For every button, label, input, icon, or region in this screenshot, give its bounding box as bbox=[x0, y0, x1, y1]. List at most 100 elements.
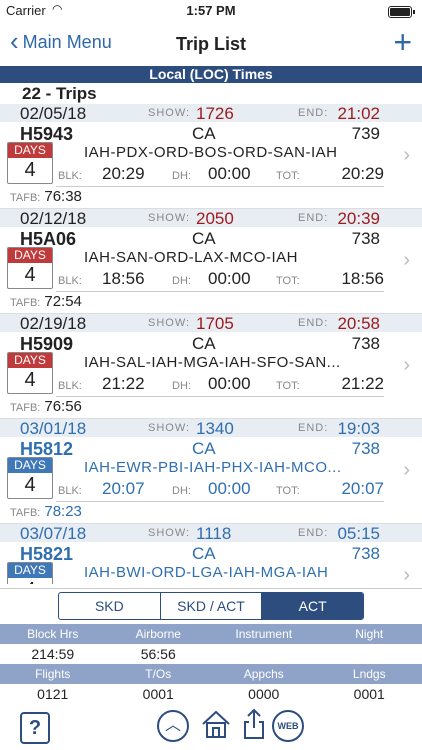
dh-value: 00:00 bbox=[208, 479, 251, 498]
trip-date: 02/12/18 bbox=[20, 209, 87, 228]
trip-row[interactable]: 03/01/18 SHOW: 1340 END: 19:03 H5812 CA 738 DAYS… bbox=[0, 419, 422, 524]
aircraft-number: 738 bbox=[351, 229, 380, 248]
bottom-toolbar: ? ︿ WEB bbox=[0, 706, 422, 750]
tot-value: 18:56 bbox=[341, 269, 384, 288]
stat-value bbox=[317, 644, 422, 664]
blk-value: 20:29 bbox=[102, 164, 145, 183]
days-badge: DAYS4 bbox=[7, 352, 53, 394]
dh-label: DH: bbox=[172, 170, 191, 182]
segment-act[interactable]: ACT bbox=[262, 593, 363, 619]
stats-row-2-labels: Flights T/Os Appchs Lndgs bbox=[0, 664, 422, 684]
stat-label: Instrument bbox=[235, 627, 293, 641]
aircraft-number: 739 bbox=[351, 124, 380, 143]
segment-skd-act[interactable]: SKD / ACT bbox=[161, 593, 263, 619]
trip-route: IAH-EWR-PBI-IAH-PHX-IAH-MCO... bbox=[84, 459, 342, 476]
days-label: DAYS bbox=[8, 353, 52, 368]
days-value: 4 bbox=[24, 159, 36, 181]
days-label: DAYS bbox=[8, 143, 52, 158]
days-label: DAYS bbox=[8, 248, 52, 263]
web-icon[interactable]: WEB bbox=[272, 710, 304, 742]
crew-position: CA bbox=[192, 334, 216, 353]
trip-date: 02/05/18 bbox=[20, 104, 87, 123]
days-value: 4 bbox=[24, 474, 36, 496]
tafb-value: 72:54 bbox=[44, 293, 82, 310]
stat-label: Night bbox=[355, 627, 384, 641]
page-title: Trip List bbox=[175, 34, 246, 54]
trip-list[interactable]: 02/05/18 SHOW: 1726 END: 21:02 H5943 CA 739 DAYS… bbox=[0, 104, 422, 584]
days-label: DAYS bbox=[8, 563, 52, 578]
days-value: 4 bbox=[24, 369, 36, 391]
show-label: SHOW: bbox=[148, 212, 191, 224]
help-icon[interactable]: ? bbox=[20, 712, 50, 744]
end-time: 21:02 bbox=[337, 104, 380, 123]
tafb-label: TAFB: bbox=[10, 507, 41, 519]
tafb-value: 76:38 bbox=[44, 188, 82, 205]
dh-value: 00:00 bbox=[208, 374, 251, 393]
tafb-row: TAFB: 78:23 bbox=[10, 503, 82, 520]
share-icon[interactable] bbox=[242, 708, 266, 745]
tafb-label: TAFB: bbox=[10, 402, 41, 414]
tafb-row: TAFB: 72:54 bbox=[10, 293, 82, 310]
trip-header: 02/12/18 SHOW: 2050 END: 20:39 bbox=[0, 209, 422, 228]
trip-date: 03/01/18 bbox=[20, 419, 87, 438]
tot-label: TOT: bbox=[276, 275, 300, 287]
trip-header: 03/07/18 SHOW: 1118 END: 05:15 bbox=[0, 524, 422, 543]
crew-position: CA bbox=[192, 229, 216, 248]
chevron-right-icon: › bbox=[403, 564, 410, 584]
trip-row[interactable]: 03/07/18 SHOW: 1118 END: 05:15 H5821 CA 738 DAYS… bbox=[0, 524, 422, 584]
clock: 1:57 PM bbox=[186, 3, 236, 18]
dh-label: DH: bbox=[172, 380, 191, 392]
stats-row-2-values: 0121 0001 0000 0001 bbox=[0, 684, 422, 704]
trip-id-row: H5909 CA 738 bbox=[0, 334, 422, 354]
chevron-right-icon: › bbox=[403, 459, 410, 481]
trip-id-row: H5A06 CA 738 bbox=[0, 229, 422, 249]
add-trip-button[interactable]: + bbox=[393, 26, 412, 58]
tafb-row: TAFB: 76:56 bbox=[10, 398, 82, 415]
end-label: END: bbox=[298, 212, 329, 224]
blk-label: BLK: bbox=[58, 485, 82, 497]
aircraft-number: 738 bbox=[351, 334, 380, 353]
stat-label: T/Os bbox=[145, 667, 172, 681]
show-time: 2050 bbox=[196, 209, 234, 228]
trip-header: 03/01/18 SHOW: 1340 END: 19:03 bbox=[0, 419, 422, 438]
end-time: 19:03 bbox=[337, 419, 380, 438]
days-value: 4 bbox=[24, 264, 36, 286]
tafb-label: TAFB: bbox=[10, 192, 41, 204]
stat-value: 0000 bbox=[248, 686, 280, 702]
trip-row[interactable]: 02/19/18 SHOW: 1705 END: 20:58 H5909 CA 738 DAYS… bbox=[0, 314, 422, 419]
stat-value: 0001 bbox=[142, 686, 174, 702]
stat-value: 0121 bbox=[37, 686, 69, 702]
tafb-value: 78:23 bbox=[44, 503, 82, 520]
dh-value: 00:00 bbox=[208, 164, 251, 183]
dh-label: DH: bbox=[172, 275, 191, 287]
tafb-row: TAFB: 76:38 bbox=[10, 188, 82, 205]
trip-header: 02/19/18 SHOW: 1705 END: 20:58 bbox=[0, 314, 422, 333]
show-label: SHOW: bbox=[148, 317, 191, 329]
show-time: 1705 bbox=[196, 314, 234, 333]
stats-row-1-values: 214:59 56:56 bbox=[0, 644, 422, 664]
show-label: SHOW: bbox=[148, 422, 191, 434]
show-time: 1118 bbox=[196, 524, 232, 543]
segment-skd[interactable]: SKD bbox=[59, 593, 161, 619]
stats-panel: Block Hrs Airborne Instrument Night 214:59 5… bbox=[0, 624, 422, 704]
stat-value: 0001 bbox=[353, 686, 385, 702]
stat-label: Appchs bbox=[243, 667, 284, 681]
chevron-right-icon: › bbox=[403, 354, 410, 376]
trip-id-row: H5943 CA 739 bbox=[0, 124, 422, 144]
stat-label: Block Hrs bbox=[27, 627, 79, 641]
trip-row[interactable]: 02/12/18 SHOW: 2050 END: 20:39 H5A06 CA 738 DAYS… bbox=[0, 209, 422, 314]
days-badge: DAYS4 bbox=[7, 562, 53, 584]
trip-count: 22 - Trips bbox=[22, 84, 97, 103]
trip-route: IAH-BWI-ORD-LGA-IAH-MGA-IAH bbox=[84, 564, 329, 581]
tafb-label: TAFB: bbox=[10, 297, 41, 309]
trip-row[interactable]: 02/05/18 SHOW: 1726 END: 21:02 H5943 CA 739 DAYS… bbox=[0, 104, 422, 209]
dh-label: DH: bbox=[172, 485, 191, 497]
days-badge: DAYS4 bbox=[7, 247, 53, 289]
navigation-bar: ‹ Main Menu Trip List + bbox=[0, 22, 422, 66]
trip-route: IAH-SAL-IAH-MGA-IAH-SFO-SAN... bbox=[84, 354, 341, 371]
home-icon[interactable] bbox=[200, 708, 232, 745]
blk-label: BLK: bbox=[58, 170, 82, 182]
blk-label: BLK: bbox=[58, 380, 82, 392]
stat-value: 56:56 bbox=[140, 646, 176, 662]
scroll-up-icon[interactable]: ︿ bbox=[157, 710, 189, 742]
